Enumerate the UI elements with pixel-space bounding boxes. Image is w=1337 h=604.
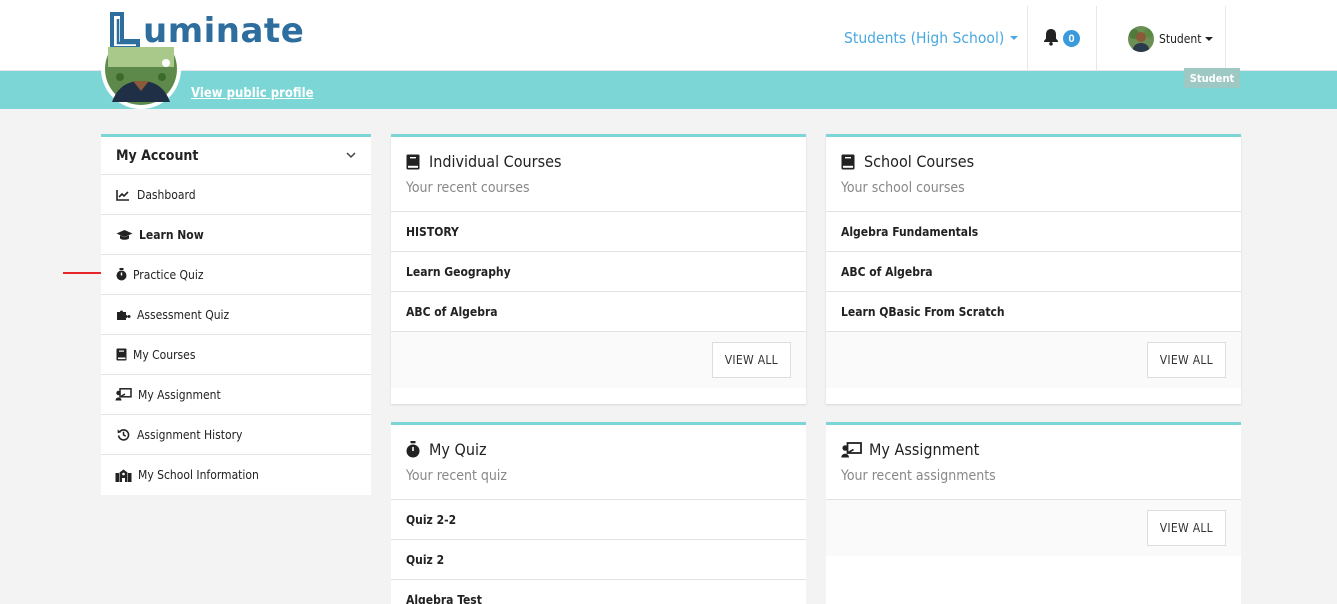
chalkboard-teacher-icon	[115, 388, 132, 402]
sidebar-item-label: Dashboard	[137, 187, 196, 202]
sidebar-item-dashboard[interactable]: Dashboard	[101, 175, 371, 215]
course-row[interactable]: HISTORY	[391, 212, 806, 252]
sidebar-item-label: Assignment History	[137, 427, 243, 442]
quiz-row[interactable]: Quiz 2	[391, 540, 806, 580]
stopwatch-icon	[406, 441, 423, 459]
card-footer: VIEW ALL	[826, 332, 1241, 388]
chalkboard-teacher-icon	[841, 441, 863, 459]
bell-icon[interactable]	[1043, 28, 1059, 51]
card-subtitle: Your recent courses	[406, 180, 530, 196]
sidebar-item-practice-quiz[interactable]: Practice Quiz	[101, 255, 371, 295]
history-icon	[115, 428, 131, 442]
caret-down-icon	[1204, 37, 1213, 41]
sidebar-item-label: My Courses	[133, 347, 196, 362]
card-subtitle: Your school courses	[841, 180, 965, 196]
graduation-cap-icon	[115, 228, 133, 242]
book-icon	[841, 153, 858, 171]
course-row[interactable]: Learn Geography	[391, 252, 806, 292]
navbar-divider	[1096, 6, 1097, 71]
view-all-button[interactable]: VIEW ALL	[1146, 510, 1226, 546]
school-icon	[115, 468, 132, 482]
sidebar-item-assessment-quiz[interactable]: Assessment Quiz	[101, 295, 371, 335]
sidebar-item-label: Learn Now	[139, 227, 204, 242]
sidebar-item-label: My School Information	[138, 468, 259, 482]
course-row[interactable]: ABC of Algebra	[826, 252, 1241, 292]
card-header: My Assignment Your recent assignments	[826, 425, 1241, 500]
school-courses-card: School Courses Your school courses Algeb…	[826, 134, 1241, 404]
logo-mark-icon	[109, 11, 141, 51]
sidebar-item-learn-now[interactable]: Learn Now	[101, 215, 371, 255]
sidebar-item-my-assignment[interactable]: My Assignment	[101, 375, 371, 415]
notification-badge: 0	[1063, 30, 1080, 47]
course-row[interactable]: ABC of Algebra	[391, 292, 806, 332]
card-title: Individual Courses	[429, 152, 562, 171]
course-row[interactable]: Learn QBasic From Scratch	[826, 292, 1241, 332]
stopwatch-icon	[115, 268, 127, 282]
card-header: Individual Courses Your recent courses	[391, 137, 806, 212]
card-title: My Quiz	[429, 440, 487, 459]
top-navbar: uminate Students (High School) 0 Student	[0, 0, 1337, 71]
role-tag: Student	[1184, 68, 1240, 88]
sidebar-item-my-school-information[interactable]: My School Information	[101, 455, 371, 495]
book-icon	[406, 153, 423, 171]
chevron-down-icon	[346, 152, 356, 159]
sidebar-item-label: Assessment Quiz	[137, 307, 230, 322]
caret-down-icon	[1010, 36, 1019, 40]
sidebar-item-label: My Assignment	[138, 387, 221, 402]
user-avatar	[1128, 26, 1154, 52]
my-assignment-card: My Assignment Your recent assignments VI…	[826, 422, 1241, 604]
my-quiz-card: My Quiz Your recent quiz Quiz 2-2 Quiz 2…	[391, 422, 806, 604]
course-row[interactable]: Algebra Fundamentals	[826, 212, 1241, 252]
view-public-profile-link[interactable]: View public profile	[191, 86, 314, 101]
individual-courses-card: Individual Courses Your recent courses H…	[391, 134, 806, 404]
card-subtitle: Your recent assignments	[841, 468, 996, 484]
brand-name: uminate	[143, 11, 305, 51]
account-sidebar: My Account Dashboard Learn Now Practice …	[101, 134, 371, 495]
user-label: Student	[1159, 32, 1202, 46]
card-header: My Quiz Your recent quiz	[391, 425, 806, 500]
sidebar-item-assignment-history[interactable]: Assignment History	[101, 415, 371, 455]
sidebar-item-label: Practice Quiz	[133, 267, 204, 282]
book-icon	[115, 348, 127, 362]
card-footer: VIEW ALL	[391, 332, 806, 388]
puzzle-icon	[115, 308, 131, 322]
view-all-button[interactable]: VIEW ALL	[711, 342, 791, 378]
school-selector-dropdown[interactable]: Students (High School)	[844, 29, 1019, 47]
card-title: School Courses	[864, 152, 975, 171]
user-menu-dropdown[interactable]: Student	[1128, 26, 1213, 52]
quiz-row[interactable]: Algebra Test	[391, 580, 806, 604]
view-all-button[interactable]: VIEW ALL	[1146, 342, 1226, 378]
navbar-divider	[1225, 6, 1226, 71]
sidebar-header[interactable]: My Account	[101, 137, 371, 175]
school-selector-label: Students (High School)	[844, 29, 1005, 47]
profile-avatar	[100, 47, 182, 110]
card-title: My Assignment	[869, 440, 980, 459]
sidebar-item-my-courses[interactable]: My Courses	[101, 335, 371, 375]
navbar-divider	[1027, 6, 1028, 71]
card-header: School Courses Your school courses	[826, 137, 1241, 212]
sidebar-title: My Account	[116, 147, 199, 164]
quiz-row[interactable]: Quiz 2-2	[391, 500, 806, 540]
card-footer: VIEW ALL	[826, 500, 1241, 556]
chart-line-icon	[115, 188, 131, 202]
card-subtitle: Your recent quiz	[406, 468, 508, 484]
